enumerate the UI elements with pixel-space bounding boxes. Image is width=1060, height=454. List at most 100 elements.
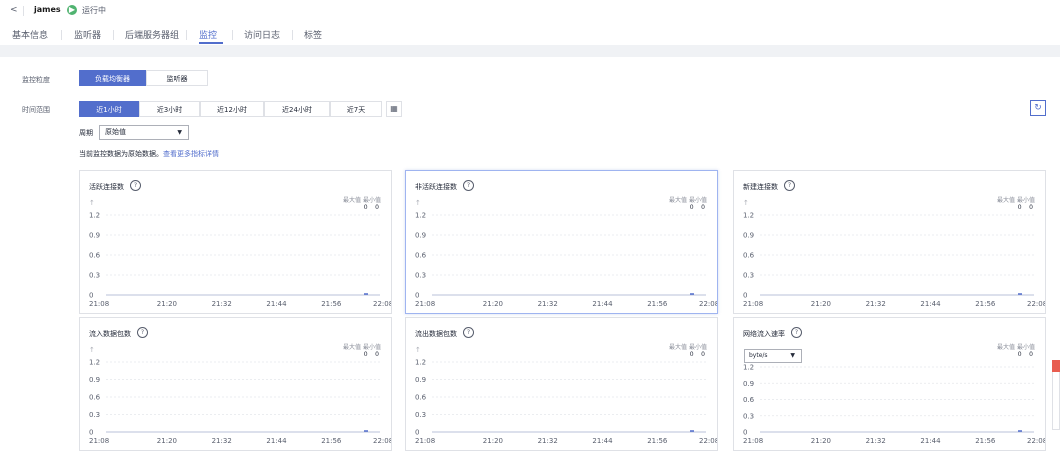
x-tick-label: 21:32 — [866, 300, 886, 308]
y-tick-label: 0 — [743, 292, 747, 300]
y-tick-label: 0.3 — [89, 272, 100, 280]
x-tick-label: 21:20 — [483, 300, 503, 308]
help-icon[interactable]: ? — [130, 180, 141, 191]
x-tick-label: 21:56 — [647, 300, 668, 308]
refresh-icon[interactable]: ↻ — [1030, 100, 1046, 116]
minmax-header: 最大值 最小值 — [343, 342, 381, 351]
y-tick-label: 0 — [415, 429, 419, 437]
y-tick-label: 0 — [89, 292, 93, 300]
line-chart: ↑1.20.90.60.3021:08 21:20 21:32 21:44 21:56 2… — [415, 199, 717, 308]
y-tick-label: 0.9 — [743, 232, 754, 240]
divider — [23, 6, 24, 16]
minmax-values: 0 0 — [1018, 204, 1033, 211]
min-value: 0 — [375, 204, 379, 211]
chevron-down-icon: ▼ — [177, 129, 182, 136]
x-tick-label: 21:56 — [321, 300, 342, 308]
period-label: 周期 — [79, 129, 93, 137]
y-tick-label: 0 — [89, 429, 93, 437]
range-1h-button[interactable]: 近1小时 — [79, 101, 139, 117]
x-tick-label: 21:56 — [321, 437, 342, 445]
chart-title: 流入数据包数 — [89, 330, 131, 338]
metric-card: ↑ 1.2 0.9 0.6 0.3 0 21:08 21:20 21:32 21:44 21:56 2… — [405, 170, 718, 314]
x-tick-label: 21:56 — [647, 437, 668, 445]
tab-backend-groups[interactable]: 后端服务器组 — [125, 28, 179, 41]
x-tick-label: 21:20 — [811, 300, 831, 308]
help-icon[interactable]: ? — [791, 327, 802, 338]
unit-select[interactable]: byte/s ▼ — [744, 349, 802, 363]
granularity-label: 监控粒度 — [22, 76, 50, 84]
calendar-icon[interactable]: ▦ — [386, 101, 402, 117]
max-label: 最大值 — [997, 344, 1016, 351]
minmax-header: 最大值 最小值 — [669, 342, 707, 351]
tab-divider — [113, 30, 114, 40]
min-value: 0 — [1029, 204, 1033, 211]
help-icon[interactable]: ? — [463, 327, 474, 338]
play-icon: ▶ — [67, 5, 77, 15]
y-tick-label: 1.2 — [743, 364, 754, 372]
chart-title: 活跃连接数 — [89, 183, 124, 191]
min-value: 0 — [375, 351, 379, 358]
y-axis-arrow-icon: ↑ — [743, 199, 749, 207]
data-note: 当前监控数据为原始数据。查看更多指标详情 — [79, 149, 219, 159]
min-label: 最小值 — [688, 344, 707, 351]
x-tick-label: 21:08 — [89, 437, 109, 445]
range-24h-button[interactable]: 近24小时 — [264, 101, 330, 117]
y-tick-label: 0.6 — [415, 252, 427, 260]
help-icon[interactable]: ? — [137, 327, 148, 338]
chart-title: 网络流入速率 — [743, 330, 785, 338]
y-tick-label: 0.9 — [743, 380, 754, 388]
time-range-label: 时间范围 — [22, 106, 50, 114]
x-tick-label: 22:08 — [1027, 300, 1045, 308]
tab-monitoring[interactable]: 监控 — [199, 28, 217, 41]
x-tick-label: 21:32 — [212, 300, 232, 308]
help-icon[interactable]: ? — [784, 180, 795, 191]
tab-basic-info[interactable]: 基本信息 — [12, 28, 48, 41]
x-tick-label: 22:08 — [373, 300, 391, 308]
tab-bar: 基本信息 监听器 后端服务器组 监控 访问日志 标签 — [0, 24, 1060, 46]
min-value: 0 — [701, 351, 705, 358]
y-tick-label: 0.6 — [415, 394, 427, 402]
range-12h-button[interactable]: 近12小时 — [200, 101, 264, 117]
line-chart: ↑1.20.90.60.3021:08 21:20 21:32 21:44 21:56 2… — [89, 199, 391, 308]
chart-title: 非活跃连接数 — [415, 183, 457, 191]
y-tick-label: 0.6 — [89, 394, 101, 402]
x-tick-label: 21:32 — [866, 437, 886, 445]
minmax-header: 最大值 最小值 — [997, 195, 1035, 204]
y-tick-label: 1.2 — [743, 212, 754, 220]
x-tick-label: 21:08 — [415, 300, 435, 308]
y-tick-label: 1.2 — [89, 212, 100, 220]
x-tick-label: 21:20 — [811, 437, 831, 445]
min-label: 最小值 — [362, 197, 381, 204]
x-tick-label: 21:44 — [266, 437, 287, 445]
back-button[interactable]: < — [10, 5, 18, 15]
granularity-listener-button[interactable]: 监听器 — [146, 70, 208, 86]
x-tick-label: 22:08 — [699, 300, 717, 308]
y-tick-label: 0.9 — [415, 232, 426, 240]
period-select[interactable]: 原始值 ▼ — [99, 125, 189, 140]
y-tick-label: 0.9 — [89, 376, 100, 384]
x-tick-label: 21:32 — [212, 437, 232, 445]
x-tick-label: 22:08 — [373, 437, 391, 445]
max-label: 最大值 — [997, 197, 1016, 204]
tab-listeners[interactable]: 监听器 — [74, 28, 101, 41]
metric-card: 1.2 0.9 0.6 0.3 0 21:08 21:20 21:32 21:44 21:56 22… — [733, 317, 1046, 451]
minmax-header: 最大值 最小值 — [343, 195, 381, 204]
x-tick-label: 21:44 — [266, 300, 287, 308]
y-tick-label: 0.3 — [415, 272, 426, 280]
more-metrics-link[interactable]: 查看更多指标详情 — [163, 150, 219, 158]
y-tick-label: 0.9 — [415, 376, 426, 384]
chart-title: 流出数据包数 — [415, 330, 457, 338]
minmax-values: 0 0 — [690, 204, 705, 211]
tab-divider — [292, 30, 293, 40]
instance-name: james — [34, 5, 61, 14]
granularity-lb-button[interactable]: 负载均衡器 — [79, 70, 146, 86]
feedback-button[interactable] — [1052, 360, 1060, 372]
active-tab-indicator — [199, 42, 223, 44]
range-7d-button[interactable]: 近7天 — [330, 101, 382, 117]
range-3h-button[interactable]: 近3小时 — [139, 101, 200, 117]
tab-tags[interactable]: 标签 — [304, 28, 322, 41]
help-icon[interactable]: ? — [463, 180, 474, 191]
x-tick-label: 22:08 — [699, 437, 717, 445]
tab-access-logs[interactable]: 访问日志 — [244, 28, 280, 41]
max-label: 最大值 — [669, 197, 688, 204]
